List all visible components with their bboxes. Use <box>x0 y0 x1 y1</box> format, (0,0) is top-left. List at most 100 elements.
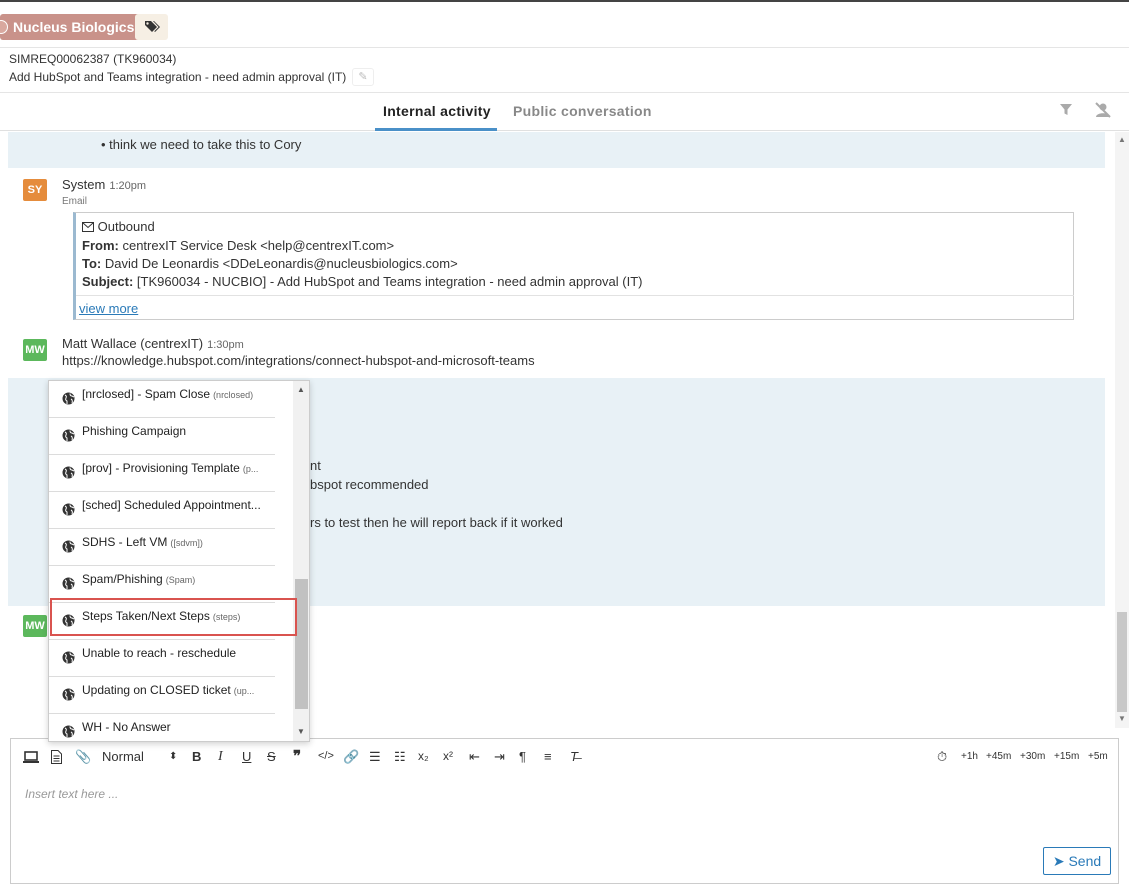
template-shortcut: ([sdvm]) <box>170 538 203 548</box>
code-icon[interactable]: </> <box>318 750 334 762</box>
globe-icon <box>62 688 75 701</box>
email-from-label: From: <box>82 238 119 253</box>
time-button-5m[interactable]: +5m <box>1088 751 1108 762</box>
send-icon: ➤ <box>1052 853 1065 869</box>
scroll-up-icon[interactable]: ▲ <box>297 385 305 394</box>
template-label: SDHS - Left VM ([sdvm]) <box>82 535 203 551</box>
template-dropdown: [nrclosed] - Spam Close (nrclosed) Phishi… <box>48 380 310 742</box>
org-badge[interactable]: Nucleus Biologics <box>0 14 145 40</box>
link-icon[interactable]: 🔗 <box>343 749 359 765</box>
laptop-icon[interactable] <box>23 751 39 764</box>
avatar: MW <box>23 615 47 637</box>
dropdown-scrollbar[interactable]: ▲ ▼ <box>293 381 309 741</box>
ticket-title: Add HubSpot and Teams integration - need… <box>9 70 347 84</box>
edit-title-button[interactable]: ✎ <box>352 68 374 86</box>
view-more-link[interactable]: view more <box>79 301 138 316</box>
select-arrows-icon[interactable]: ⬍ <box>169 751 177 762</box>
template-label: [sched] Scheduled Appointment... <box>82 498 264 514</box>
hide-user-icon[interactable] <box>1094 102 1112 118</box>
tab-public-conversation[interactable]: Public conversation <box>513 103 652 119</box>
scrollbar-thumb[interactable] <box>1117 612 1127 712</box>
template-option[interactable]: [prov] - Provisioning Template (p... <box>49 455 275 492</box>
org-name: Nucleus Biologics <box>13 19 135 35</box>
globe-icon <box>62 725 75 738</box>
template-label: [prov] - Provisioning Template (p... <box>82 461 258 477</box>
align-icon[interactable]: ≡ <box>544 749 552 764</box>
template-option[interactable]: Unable to reach - reschedule <box>49 640 275 677</box>
editor-input[interactable]: Insert text here ... <box>25 787 118 801</box>
note-line: rs to test then he will report back if i… <box>310 515 563 530</box>
email-subject-label: Subject: <box>82 274 134 289</box>
note-line: nt <box>310 458 321 473</box>
email-to-row: To: David De Leonardis <DDeLeonardis@nuc… <box>82 256 458 271</box>
template-option[interactable]: Phishing Campaign <box>49 418 275 455</box>
outdent-icon[interactable]: ⇤ <box>469 749 480 765</box>
italic-icon[interactable]: I <box>218 749 223 765</box>
timer-icon[interactable]: ⏱ <box>937 749 947 765</box>
template-name: Phishing Campaign <box>82 424 187 438</box>
template-name: Unable to reach - reschedule <box>82 646 237 660</box>
bold-icon[interactable]: B <box>192 749 201 764</box>
superscript-icon[interactable]: x² <box>443 749 453 763</box>
globe-icon <box>62 651 75 664</box>
template-label: [nrclosed] - Spam Close (nrclosed) <box>82 387 253 403</box>
entry-text[interactable]: https://knowledge.hubspot.com/integratio… <box>62 353 535 368</box>
feed-scrollbar[interactable]: ▲ ▼ <box>1115 132 1129 728</box>
tags-button[interactable] <box>135 14 168 40</box>
template-name: [nrclosed] - Spam Close <box>82 387 211 401</box>
template-option[interactable]: [sched] Scheduled Appointment... <box>49 492 275 529</box>
reply-editor: 📎 Normal ⬍ B I U S ❞ </> 🔗 ☰ ☷ x₂ x² ⇤ ⇥… <box>10 738 1119 884</box>
globe-icon <box>62 503 75 516</box>
time-button-45m[interactable]: +45m <box>986 751 1011 762</box>
email-divider <box>76 295 1074 296</box>
indent-icon[interactable]: ⇥ <box>494 749 505 765</box>
globe-icon <box>62 540 75 553</box>
template-name: SDHS - Left VM <box>82 535 168 549</box>
email-from-row: From: centrexIT Service Desk <help@centr… <box>82 238 394 253</box>
template-label: Phishing Campaign <box>82 424 189 440</box>
template-label: Updating on CLOSED ticket (up... <box>82 683 254 699</box>
globe-icon <box>62 577 75 590</box>
template-shortcut: (p... <box>242 464 259 474</box>
avatar: SY <box>23 179 47 201</box>
template-label: Unable to reach - reschedule <box>82 646 239 662</box>
template-option[interactable]: [nrclosed] - Spam Close (nrclosed) <box>49 381 275 418</box>
avatar: MW <box>23 339 47 361</box>
entry-author: Matt Wallace (centrexIT) 1:30pm <box>62 336 244 351</box>
underline-icon[interactable]: U <box>242 749 251 764</box>
strikethrough-icon[interactable]: S <box>267 749 276 764</box>
template-name: Spam/Phishing <box>82 572 163 586</box>
time-button-30m[interactable]: +30m <box>1020 751 1045 762</box>
email-subject-row: Subject: [TK960034 - NUCBIO] - Add HubSp… <box>82 274 643 289</box>
note-line: bspot recommended <box>310 477 429 492</box>
scroll-down-icon[interactable]: ▼ <box>1118 714 1126 723</box>
blockquote-icon[interactable]: ❞ <box>293 747 301 765</box>
format-select[interactable]: Normal <box>102 749 144 764</box>
template-option[interactable]: SDHS - Left VM ([sdvm]) <box>49 529 275 566</box>
scroll-down-icon[interactable]: ▼ <box>297 727 305 736</box>
document-icon[interactable] <box>51 750 62 764</box>
author-name: Matt Wallace (centrexIT) <box>62 336 204 351</box>
email-from: centrexIT Service Desk <help@centrexIT.c… <box>122 238 395 253</box>
template-option[interactable]: WH - No Answer <box>49 714 275 741</box>
subscript-icon[interactable]: x₂ <box>418 749 429 763</box>
attach-icon[interactable]: 📎 <box>75 749 91 765</box>
pencil-icon: ✎ <box>358 71 368 83</box>
template-name: [sched] Scheduled Appointment... <box>82 498 261 512</box>
template-label: WH - No Answer <box>82 720 174 736</box>
tab-internal-activity[interactable]: Internal activity <box>383 103 491 119</box>
ordered-list-icon[interactable]: ☰ <box>369 749 381 765</box>
scroll-up-icon[interactable]: ▲ <box>1118 135 1126 144</box>
globe-icon <box>62 466 75 479</box>
bullet-list-icon[interactable]: ☷ <box>394 749 406 765</box>
entry-time: 1:30pm <box>207 339 244 351</box>
time-button-15m[interactable]: +15m <box>1054 751 1079 762</box>
email-to: David De Leonardis <DDeLeonardis@nucleus… <box>104 256 458 271</box>
clear-format-icon[interactable]: T̶ <box>570 749 578 764</box>
filter-icon[interactable] <box>1059 103 1073 117</box>
time-button-1h[interactable]: +1h <box>961 751 978 762</box>
text-direction-icon[interactable]: ¶ <box>519 749 526 764</box>
template-option[interactable]: Updating on CLOSED ticket (up... <box>49 677 275 714</box>
template-shortcut: (nrclosed) <box>213 390 254 400</box>
send-button[interactable]: ➤ Send <box>1043 847 1111 875</box>
